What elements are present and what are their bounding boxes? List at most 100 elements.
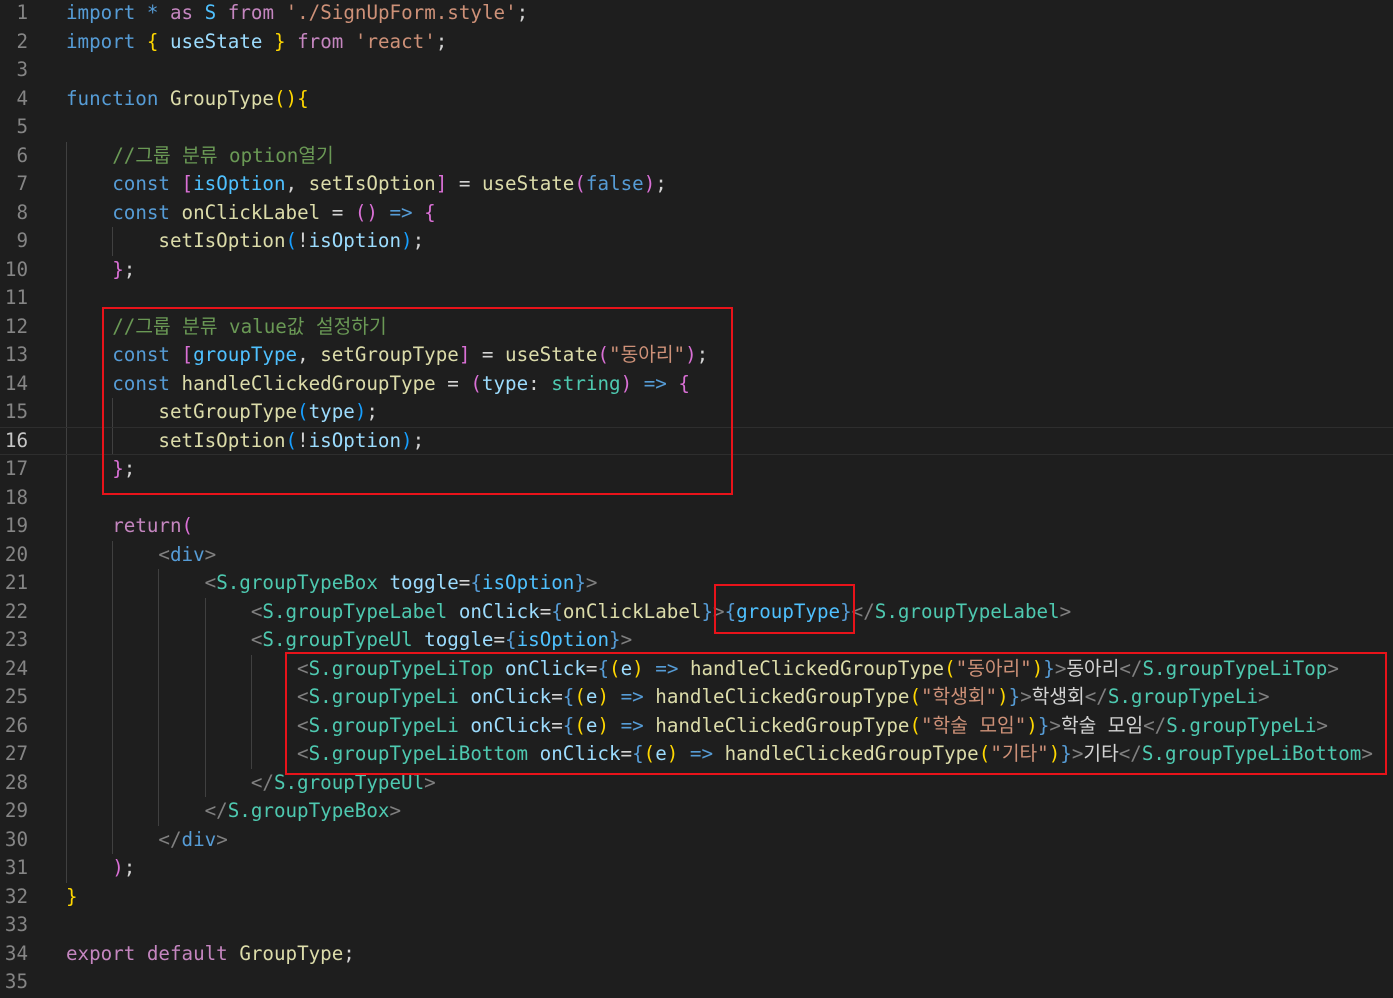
line-number: 13 xyxy=(4,343,28,366)
code-line[interactable]: 19 return( xyxy=(0,512,1393,541)
code-token: onClickLabel xyxy=(562,599,702,623)
line-number: 31 xyxy=(4,856,28,879)
code-token: { xyxy=(505,628,517,651)
code-line[interactable]: 31 ); xyxy=(0,854,1393,883)
code-token: ! xyxy=(297,229,309,252)
code-token: </ xyxy=(250,770,274,794)
code-line[interactable]: 6 //그룹 분류 option열기 xyxy=(0,142,1393,171)
code-token: > xyxy=(216,827,228,851)
line-code: return( xyxy=(66,512,193,541)
code-line[interactable]: 3 xyxy=(0,56,1393,85)
line-number: 10 xyxy=(4,257,28,281)
line-code: </div> xyxy=(66,826,228,855)
line-code: <S.groupTypeUl toggle={isOption}> xyxy=(66,626,632,655)
code-token: import xyxy=(66,1,136,24)
code-token: > xyxy=(1059,599,1072,623)
line-number: 23 xyxy=(4,628,28,651)
code-line[interactable]: 5 xyxy=(0,113,1393,142)
code-token: isOption xyxy=(308,229,402,252)
code-line[interactable]: 9 setIsOption(!isOption); xyxy=(0,227,1393,256)
line-number: 20 xyxy=(4,542,28,566)
code-token: ; xyxy=(435,29,448,53)
code-token: S.groupTypeBox xyxy=(216,571,378,594)
code-line[interactable]: 7 const [isOption, setIsOption] = useSta… xyxy=(0,170,1393,199)
code-line[interactable]: 4 function GroupType(){ xyxy=(0,85,1393,114)
code-token: </ xyxy=(204,799,228,822)
code-token: import xyxy=(66,29,136,53)
code-line[interactable]: 29 </S.groupTypeBox> xyxy=(0,797,1393,826)
line-code: <div> xyxy=(66,541,216,570)
code-token: ; xyxy=(412,229,425,252)
line-number: 25 xyxy=(4,685,28,708)
code-token: > xyxy=(585,571,598,594)
line-number: 34 xyxy=(4,941,28,965)
code-line[interactable]: 23 <S.groupTypeUl toggle={isOption}> xyxy=(0,626,1393,655)
code-token: //그룹 분류 option열기 xyxy=(112,143,334,167)
code-token: useState xyxy=(170,29,263,53)
line-code: } xyxy=(66,883,78,912)
code-token: 'react' xyxy=(354,29,436,53)
code-line[interactable]: 33 xyxy=(0,911,1393,940)
code-token: } xyxy=(609,628,621,651)
code-token: ; xyxy=(123,257,136,281)
code-line[interactable]: 35 xyxy=(0,968,1393,997)
code-token: './SignUpForm.style' xyxy=(285,1,517,24)
code-line[interactable]: 2 import { useState } from 'react'; xyxy=(0,28,1393,57)
code-token: onClickLabel xyxy=(181,200,321,224)
code-line[interactable]: 8 const onClickLabel = () => { xyxy=(0,199,1393,228)
code-editor[interactable]: 1 import * as S from './SignUpForm.style'… xyxy=(0,0,1393,998)
line-code: setIsOption(!isOption); xyxy=(66,227,424,256)
code-token: [ xyxy=(181,172,194,195)
line-number: 30 xyxy=(4,827,28,851)
line-number: 15 xyxy=(4,400,28,423)
code-token: > xyxy=(204,542,217,566)
code-token: ; xyxy=(516,1,529,24)
code-token: } xyxy=(66,884,78,908)
code-line[interactable]: 34 export default GroupType; xyxy=(0,940,1393,969)
line-number: 8 xyxy=(16,200,28,224)
code-token: < xyxy=(204,571,217,594)
code-line[interactable]: 22 <S.groupTypeLabel onClick={onClickLab… xyxy=(0,598,1393,627)
code-token: toggle xyxy=(424,628,494,651)
code-line[interactable]: 1 import * as S from './SignUpForm.style'… xyxy=(0,0,1393,28)
code-line[interactable]: 10 }; xyxy=(0,256,1393,285)
line-number: 33 xyxy=(4,913,28,936)
code-token: ( xyxy=(285,229,298,252)
code-token: as xyxy=(170,1,194,24)
code-token: = xyxy=(539,599,552,623)
line-code: const [isOption, setIsOption] = useState… xyxy=(66,170,667,199)
code-token: GroupType xyxy=(239,941,344,965)
code-token: ( xyxy=(181,514,194,537)
line-number: 21 xyxy=(4,571,28,594)
code-token: { xyxy=(551,599,563,623)
code-token: export xyxy=(66,941,136,965)
code-token: () xyxy=(273,86,298,110)
code-token: function xyxy=(66,86,159,110)
code-token: isOption xyxy=(481,571,575,594)
line-code: export default GroupType; xyxy=(66,940,355,969)
highlight-box-group-type-state xyxy=(102,307,733,495)
code-token: ( xyxy=(574,172,586,195)
code-line[interactable]: 30 </div> xyxy=(0,826,1393,855)
code-line[interactable]: 20 <div> xyxy=(0,541,1393,570)
code-line[interactable]: 21 <S.groupTypeBox toggle={isOption}> xyxy=(0,569,1393,598)
code-token: } xyxy=(112,257,124,281)
code-token: S.groupTypeBox xyxy=(227,799,390,822)
line-number: 29 xyxy=(4,799,28,822)
code-line[interactable]: 32} xyxy=(0,883,1393,912)
